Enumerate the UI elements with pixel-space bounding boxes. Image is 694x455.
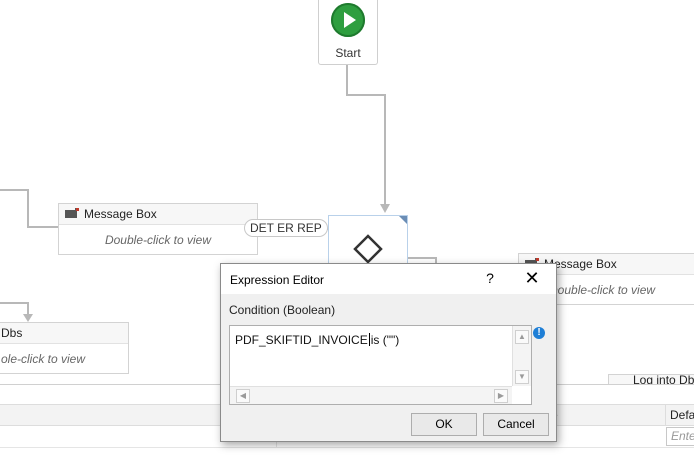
dialog-titlebar[interactable]: Expression Editor ? ✕ (221, 264, 556, 294)
scroll-right-icon[interactable]: ▶ (494, 389, 508, 403)
start-label: Start (335, 46, 361, 60)
partial-activity-left[interactable]: Dbs ole-click to view (0, 322, 129, 374)
default-value-input[interactable]: Ente (666, 427, 694, 446)
condition-label: Condition (Boolean) (229, 303, 336, 317)
help-icon[interactable]: ? (483, 270, 497, 286)
expression-editor-dialog[interactable]: Expression Editor ? ✕ Condition (Boolean… (220, 263, 557, 442)
default-value-placeholder: Ente (671, 429, 694, 443)
info-icon[interactable]: ! (533, 327, 545, 339)
dialog-title: Expression Editor (230, 273, 325, 287)
message-box-activity-left[interactable]: Message Box Double-click to view (58, 203, 258, 255)
activity-hint: Double-click to view (549, 283, 656, 297)
activity-title: Message Box (84, 207, 157, 221)
scroll-left-icon[interactable]: ◀ (236, 389, 250, 403)
decision-node[interactable] (328, 215, 408, 267)
decision-icon (353, 216, 407, 264)
cancel-button[interactable]: Cancel (483, 413, 549, 436)
expression-input[interactable]: PDF_SKIFTID_INVOICE is ("") ▲ ▼ ◀ ▶ (229, 325, 532, 405)
expression-text-part: PDF_SKIFTID_INVOICE (235, 333, 368, 347)
text-caret (368, 333, 370, 346)
close-icon[interactable]: ✕ (521, 268, 543, 290)
grid-header-default: Defa (670, 408, 694, 422)
vertical-scrollbar[interactable]: ▲ ▼ (512, 326, 531, 386)
connector-label[interactable]: DET ER REP (244, 219, 328, 237)
activity-title: Dbs (1, 326, 23, 340)
start-node[interactable]: Start (318, 0, 378, 65)
activity-header: Message Box (59, 204, 257, 225)
scroll-up-icon[interactable]: ▲ (515, 330, 529, 344)
activity-hint: Double-click to view (104, 233, 212, 247)
play-icon (331, 3, 365, 37)
activity-header: Dbs (0, 323, 128, 344)
expression-text-part: is ("") (370, 333, 400, 347)
message-box-icon (65, 208, 79, 218)
activity-hint: ole-click to view (1, 352, 86, 366)
scroll-down-icon[interactable]: ▼ (515, 370, 529, 384)
expression-text: PDF_SKIFTID_INVOICE is ("") (235, 333, 399, 347)
ok-button[interactable]: OK (411, 413, 477, 436)
horizontal-scrollbar[interactable]: ◀ ▶ (230, 386, 512, 404)
